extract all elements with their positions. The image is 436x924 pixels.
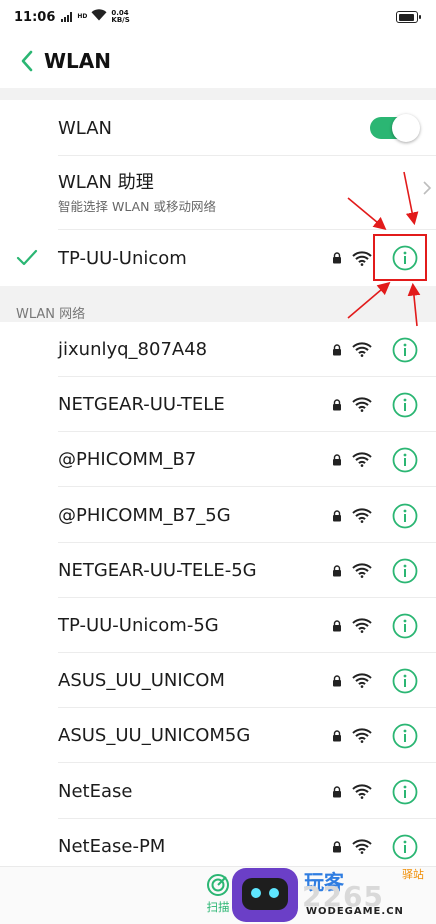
network-row[interactable]: NetEase <box>0 764 436 819</box>
divider <box>58 762 436 763</box>
info-icon[interactable] <box>392 613 418 639</box>
network-row[interactable]: ASUS_UU_UNICOM <box>0 653 436 708</box>
network-row[interactable]: jixunlyq_807A48 <box>0 322 436 377</box>
wifi-icon <box>352 563 372 578</box>
wifi-icon <box>352 342 372 357</box>
wifi-icon <box>352 673 372 688</box>
network-row[interactable]: TP-UU-Unicom-5G <box>0 598 436 653</box>
lock-icon <box>333 729 341 741</box>
network-ssid: TP-UU-Unicom-5G <box>58 615 219 636</box>
lock-icon <box>333 840 341 852</box>
wifi-icon <box>352 728 372 743</box>
info-icon[interactable] <box>392 447 418 473</box>
info-icon[interactable] <box>392 834 418 860</box>
watermark-brand-suffix: 驿站 <box>402 868 424 881</box>
watermark-logo <box>232 868 298 922</box>
watermark-domain: WODEGAME.CN <box>306 906 404 917</box>
lock-icon <box>333 343 341 355</box>
info-icon[interactable] <box>392 392 418 418</box>
network-row[interactable]: NETGEAR-UU-TELE-5G <box>0 543 436 598</box>
network-ssid: @PHICOMM_B7_5G <box>58 505 231 526</box>
wifi-icon <box>352 397 372 412</box>
info-icon[interactable] <box>392 723 418 749</box>
lock-icon <box>333 509 341 521</box>
network-ssid: ASUS_UU_UNICOM <box>58 670 225 691</box>
lock-icon <box>333 785 341 797</box>
lock-icon <box>333 619 341 631</box>
scan-button[interactable]: 扫描 <box>200 873 236 921</box>
network-ssid: NETGEAR-UU-TELE-5G <box>58 560 257 581</box>
wifi-icon <box>352 508 372 523</box>
network-ssid: NETGEAR-UU-TELE <box>58 394 225 415</box>
network-ssid: @PHICOMM_B7 <box>58 449 197 470</box>
info-icon[interactable] <box>392 503 418 529</box>
network-row[interactable]: @PHICOMM_B7 <box>0 432 436 487</box>
lock-icon <box>333 674 341 686</box>
lock-icon <box>333 398 341 410</box>
info-icon[interactable] <box>392 558 418 584</box>
info-icon[interactable] <box>392 779 418 805</box>
network-row[interactable]: @PHICOMM_B7_5G <box>0 488 436 543</box>
network-ssid: ASUS_UU_UNICOM5G <box>58 725 251 746</box>
info-icon[interactable] <box>392 337 418 363</box>
network-ssid: NetEase-PM <box>58 836 166 857</box>
wifi-icon <box>352 839 372 854</box>
wifi-icon <box>352 452 372 467</box>
network-row[interactable]: ASUS_UU_UNICOM5G <box>0 708 436 763</box>
lock-icon <box>333 564 341 576</box>
lock-icon <box>333 453 341 465</box>
info-icon[interactable] <box>392 668 418 694</box>
divider <box>58 486 436 487</box>
network-row[interactable]: NETGEAR-UU-TELE <box>0 377 436 432</box>
scan-icon <box>207 874 229 896</box>
scan-label: 扫描 <box>206 900 230 914</box>
watermark: 玩客 驿站 2265 WODEGAME.CN <box>232 866 436 924</box>
annotation-arrows <box>347 171 421 327</box>
network-ssid: jixunlyq_807A48 <box>58 339 208 360</box>
wifi-icon <box>352 618 372 633</box>
network-ssid: NetEase <box>58 781 133 802</box>
wifi-icon <box>352 784 372 799</box>
